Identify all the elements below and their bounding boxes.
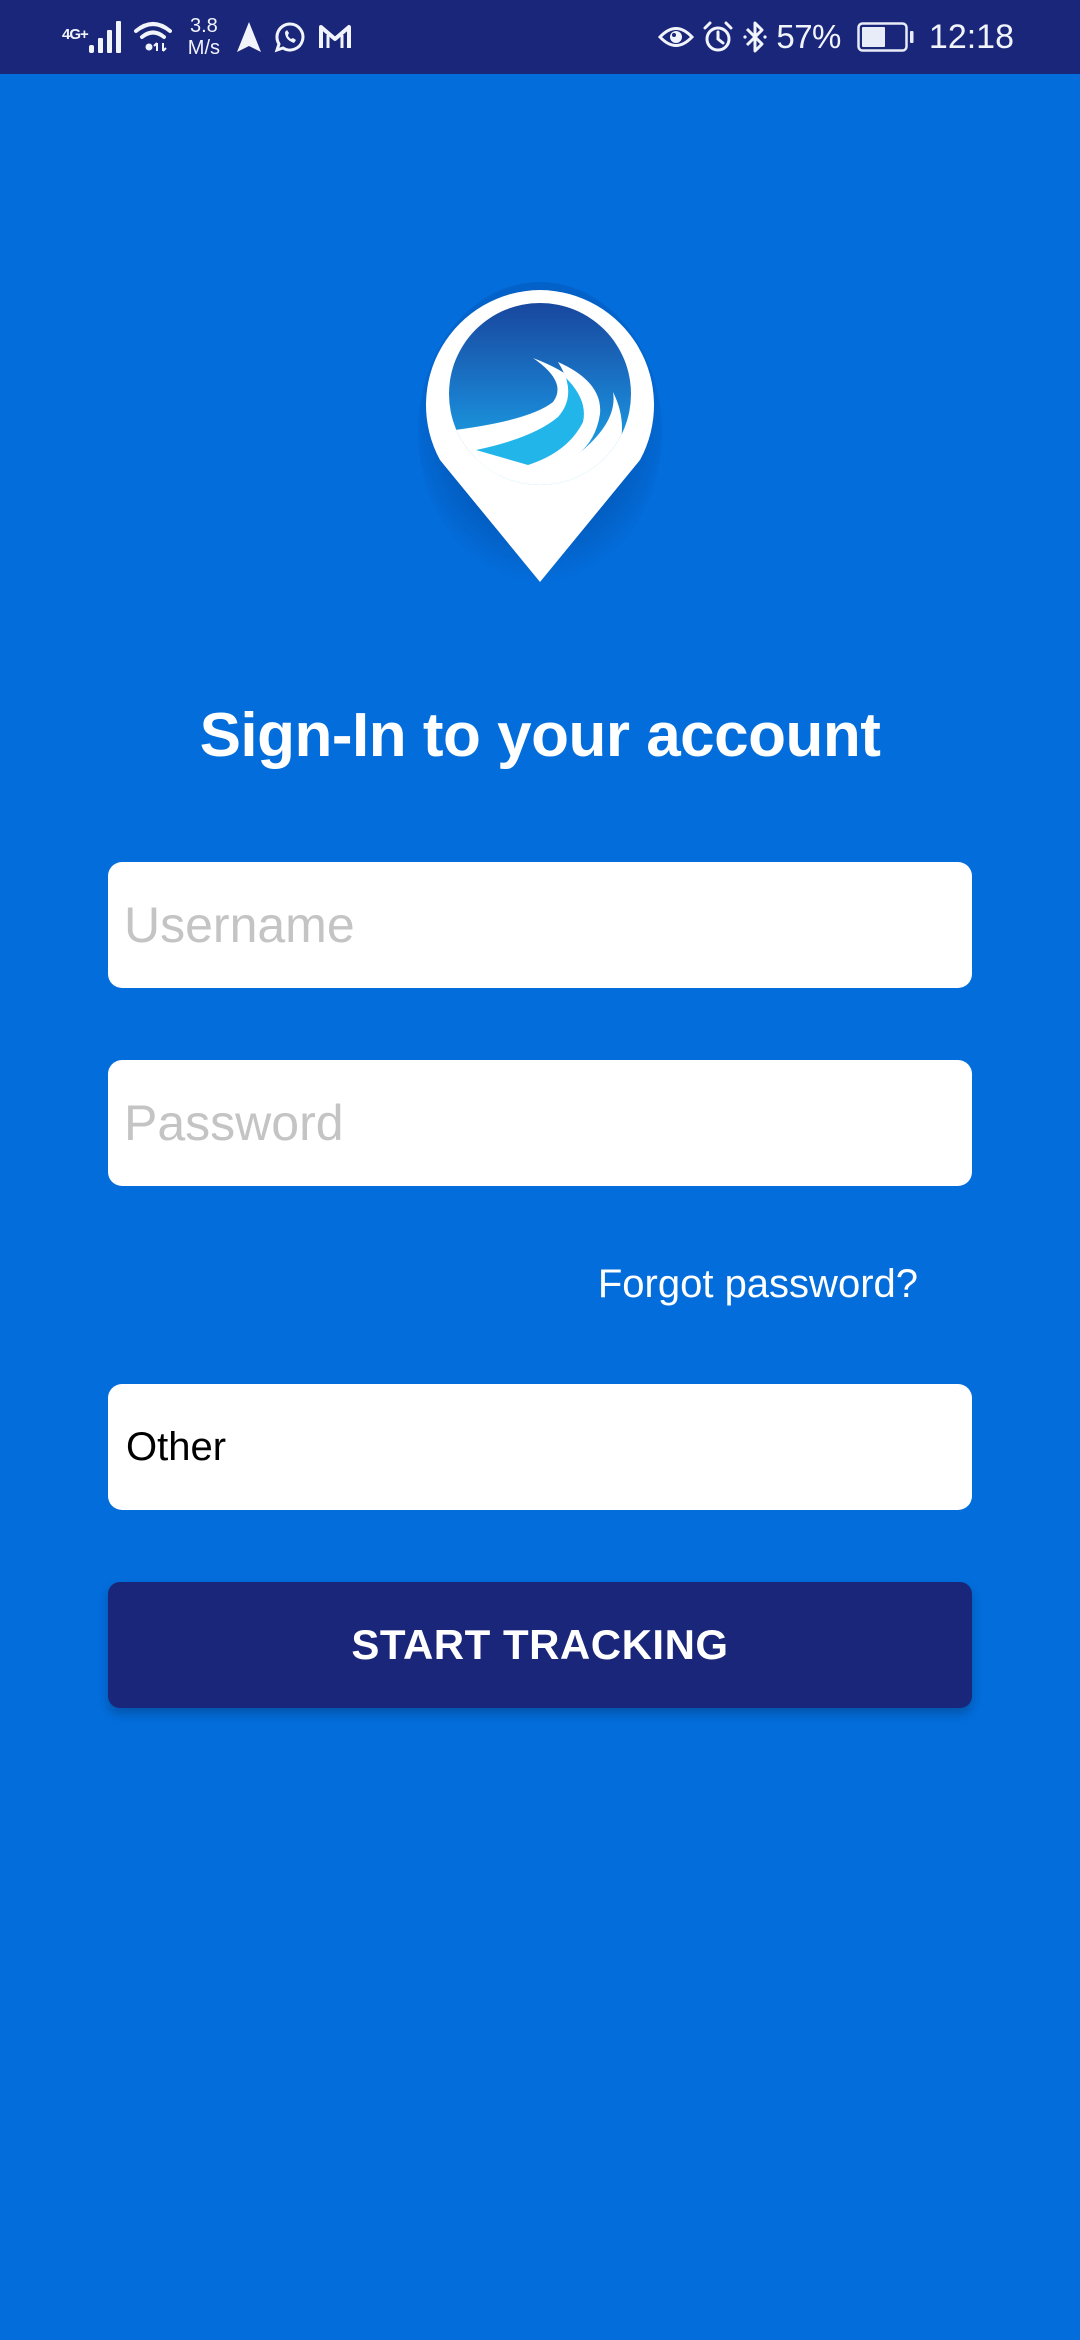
battery-icon bbox=[857, 22, 915, 52]
gmail-icon bbox=[318, 23, 352, 51]
app-logo bbox=[418, 282, 662, 592]
page-title: Sign-In to your account bbox=[199, 701, 881, 770]
signal-icon bbox=[88, 21, 122, 53]
battery-fill bbox=[861, 27, 885, 47]
cellular-status: 4G+ bbox=[62, 21, 122, 53]
start-tracking-button[interactable]: START TRACKING bbox=[108, 1582, 972, 1708]
status-bar: 4G+ 3.8 M/s 57% 12:18 bbox=[0, 0, 1080, 74]
network-speed: 3.8 M/s bbox=[188, 15, 220, 59]
whatsapp-icon bbox=[274, 21, 306, 53]
account-type-selected-value: Other bbox=[126, 1424, 227, 1469]
clock: 12:18 bbox=[928, 17, 1014, 56]
speed-unit: M/s bbox=[187, 37, 220, 59]
battery-percent: 57% bbox=[776, 18, 841, 55]
forgot-password-link[interactable]: Forgot password? bbox=[598, 1262, 918, 1307]
username-input[interactable] bbox=[108, 862, 972, 988]
speed-value: 3.8 bbox=[189, 15, 218, 37]
alarm-icon bbox=[702, 21, 734, 53]
wifi-icon bbox=[133, 20, 172, 54]
password-input[interactable] bbox=[108, 1060, 972, 1186]
status-bar-left: 4G+ 3.8 M/s bbox=[62, 0, 352, 74]
eye-comfort-icon bbox=[658, 24, 695, 50]
navigation-icon bbox=[236, 21, 262, 53]
bluetooth-icon bbox=[742, 20, 768, 54]
network-type: 4G+ bbox=[62, 26, 89, 43]
status-bar-right: 57% 12:18 bbox=[658, 0, 1014, 74]
location-pin-road-logo bbox=[418, 282, 662, 582]
account-type-select[interactable]: Other bbox=[108, 1384, 972, 1510]
